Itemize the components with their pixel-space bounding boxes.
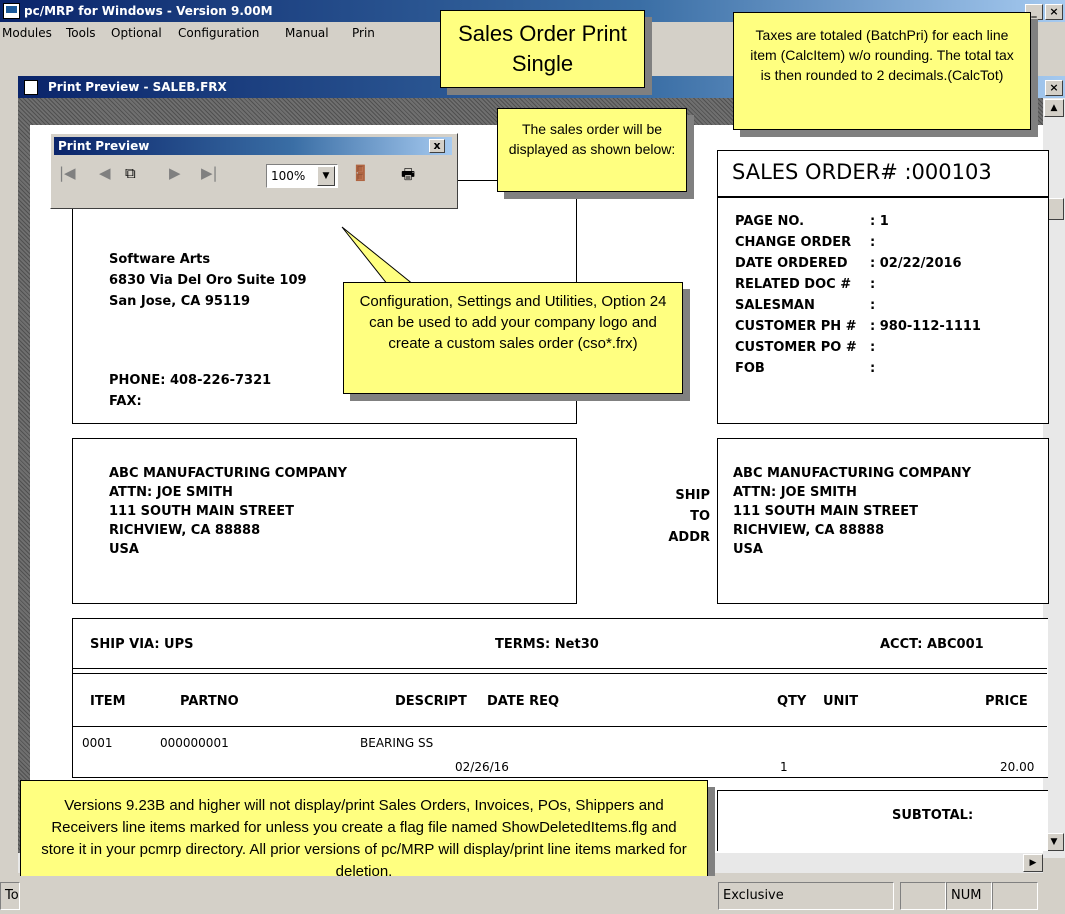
field-value: : 980-112-1111 [870,319,981,334]
prev-page-icon[interactable]: ◀ [99,164,111,182]
chevron-down-icon[interactable]: ▼ [317,166,335,186]
field-label: FOB [735,361,765,376]
subtotal-box [717,790,1048,851]
ship-to-line: USA [733,542,763,557]
company-fax: FAX: [109,394,142,409]
bill-to-line: USA [109,542,139,557]
bill-to-line: 111 SOUTH MAIN STREET [109,504,295,519]
account: ACCT: ABC001 [880,637,984,652]
col-price: PRICE [985,694,1028,709]
toolbar-close-button[interactable]: x [429,139,445,153]
ship-label-line: ADDR [668,530,710,545]
field-value: : 1 [870,214,889,229]
menu-optional[interactable]: Optional [111,22,162,44]
line-item-number: 0001 [82,736,113,750]
company-address1: 6830 Via Del Oro Suite 109 [109,273,307,288]
zoom-select[interactable]: 100% ▼ [266,164,338,188]
company-address2: San Jose, CA 95119 [109,294,251,309]
field-label: CHANGE ORDER [735,235,852,250]
line-price: 20.00 [1000,760,1035,774]
ship-to-line: ATTN: JOE SMITH [733,485,857,500]
printer-icon[interactable]: 🖶 [401,164,415,189]
field-value: : [870,361,876,376]
bill-to-line: ABC MANUFACTURING COMPANY [109,466,348,481]
line-partno: 000000001 [160,736,229,750]
goto-page-icon[interactable]: ⧉ [125,164,136,182]
menu-tools[interactable]: Tools [66,22,96,44]
company-phone: PHONE: 408-226-7321 [109,373,272,388]
field-label: CUSTOMER PH # [735,319,857,334]
first-page-icon[interactable]: |◀ [59,164,76,182]
menu-print[interactable]: Prin [352,22,375,44]
menu-configuration[interactable]: Configuration [178,22,259,44]
terms: TERMS: Net30 [495,637,599,652]
callout-config: Configuration, Settings and Utilities, O… [343,282,683,394]
ship-label-line: TO [690,509,710,524]
field-value: : 02/22/2016 [870,256,962,271]
last-page-icon[interactable]: ▶| [201,164,218,182]
status-panel [900,882,946,910]
document-icon [24,80,38,95]
print-preview-toolbar: Print Preview x |◀ ◀ ⧉ ▶ ▶| 100% ▼ 🚪 🖶 [50,133,458,209]
field-value: : [870,298,876,313]
field-label: RELATED DOC # [735,277,852,292]
menu-manual[interactable]: Manual [285,22,329,44]
col-unit: UNIT [823,694,859,709]
callout-title: Sales Order Print Single [440,10,645,88]
field-label: SALESMAN [735,298,815,313]
bill-to-box [72,438,577,604]
callout-display: The sales order will be displayed as sho… [497,108,687,192]
exit-icon[interactable]: 🚪 [351,164,370,182]
toolbar-title: Print Preview [58,139,150,153]
bill-to-line: RICHVIEW, CA 88888 [109,523,261,538]
ship-to-label: SHIP TO ADDR [640,485,710,548]
ship-to-line: 111 SOUTH MAIN STREET [733,504,919,519]
close-app-button[interactable]: × [1045,4,1063,20]
line-qty: 1 [780,760,788,774]
line-date-req: 02/26/16 [455,760,509,774]
col-item: ITEM [90,694,126,709]
col-partno: PARTNO [180,694,239,709]
ship-to-line: RICHVIEW, CA 88888 [733,523,885,538]
toolbar-titlebar: Print Preview [54,137,452,155]
menu-modules[interactable]: Modules [2,22,52,44]
close-preview-button[interactable]: × [1045,80,1063,96]
status-mode: Exclusive [718,882,894,910]
field-label: PAGE NO. [735,214,805,229]
col-descript: DESCRIPT [395,694,467,709]
status-text: To [0,882,20,910]
col-qty: QTY [777,694,807,709]
col-date-req: DATE REQ [487,694,560,709]
divider [72,726,1047,727]
field-value: : [870,340,876,355]
ship-label-line: SHIP [675,488,710,503]
status-bar: To Exclusive NUM [0,876,1065,914]
field-label: CUSTOMER PO # [735,340,857,355]
zoom-value: 100% [271,169,306,183]
ship-via: SHIP VIA: UPS [90,637,194,652]
callout-tax: Taxes are totaled (BatchPri) for each li… [733,12,1031,130]
app-title: pc/MRP for Windows - Version 9.00M [24,4,273,18]
field-value: : [870,235,876,250]
scroll-right-button[interactable]: ▶ [1023,854,1043,872]
field-value: : [870,277,876,292]
ship-to-box [717,438,1049,604]
ship-to-line: ABC MANUFACTURING COMPANY [733,466,972,481]
company-name: Software Arts [109,252,211,267]
print-preview-title: Print Preview - SALEB.FRX [48,80,227,94]
scroll-up-button[interactable]: ▲ [1044,99,1064,117]
divider [72,668,1047,674]
subtotal-label: SUBTOTAL: [892,808,974,823]
line-descript: BEARING SS [360,736,434,750]
field-label: DATE ORDERED [735,256,848,271]
app-icon [3,3,20,19]
next-page-icon[interactable]: ▶ [169,164,181,182]
order-number: SALES ORDER# :000103 [732,160,992,184]
status-panel [992,882,1038,910]
bill-to-line: ATTN: JOE SMITH [109,485,233,500]
status-num: NUM [946,882,992,910]
